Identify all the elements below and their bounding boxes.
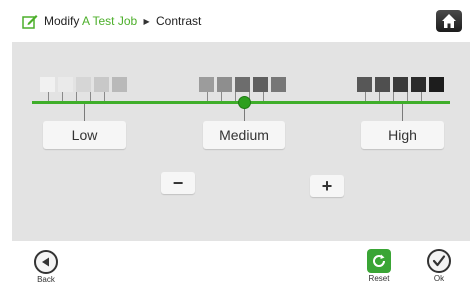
low-button-label: Low	[71, 127, 98, 143]
swatch	[429, 77, 444, 92]
minus-label: −	[172, 172, 184, 193]
back-circle[interactable]	[34, 250, 58, 274]
refresh-icon	[373, 254, 386, 267]
swatch-group-low	[40, 77, 127, 92]
low-button[interactable]: Low	[43, 121, 126, 149]
increase-button[interactable]: +	[310, 175, 344, 197]
medium-button[interactable]: Medium	[203, 121, 285, 149]
reset-square[interactable]	[367, 249, 391, 273]
back-arrow-icon	[42, 257, 49, 267]
swatch	[271, 77, 286, 92]
swatch	[58, 77, 73, 92]
swatch-group-medium	[199, 77, 286, 92]
ok-circle[interactable]	[427, 249, 451, 273]
low-connector	[84, 104, 85, 121]
back-label: Back	[37, 275, 55, 284]
swatch	[393, 77, 408, 92]
medium-button-label: Medium	[219, 127, 269, 143]
swatch-group-high	[357, 77, 444, 92]
plus-label: +	[321, 175, 333, 196]
swatch	[375, 77, 390, 92]
high-button[interactable]: High	[361, 121, 444, 149]
swatch	[76, 77, 91, 92]
footer-bar: Back Reset Ok	[0, 241, 470, 287]
contrast-slider-handle[interactable]	[238, 96, 251, 109]
ok-label: Ok	[433, 274, 445, 283]
swatch	[253, 77, 268, 92]
swatch	[411, 77, 426, 92]
reset-label: Reset	[368, 274, 390, 283]
breadcrumb: Modify A Test Job ▶ Contrast	[44, 14, 201, 28]
breadcrumb-separator-icon: ▶	[143, 17, 150, 26]
edit-icon	[22, 15, 38, 29]
decrease-button[interactable]: −	[161, 172, 195, 194]
swatch	[199, 77, 214, 92]
header-bar: Modify A Test Job ▶ Contrast	[0, 0, 470, 42]
swatch	[112, 77, 127, 92]
swatch	[217, 77, 232, 92]
ok-button[interactable]: Ok	[427, 249, 451, 283]
breadcrumb-current-page: Contrast	[156, 14, 202, 28]
back-button[interactable]: Back	[34, 250, 58, 284]
breadcrumb-job-name[interactable]: A Test Job	[82, 14, 137, 28]
checkmark-icon	[432, 255, 446, 267]
high-connector	[402, 104, 403, 121]
swatch	[357, 77, 372, 92]
swatch	[235, 77, 250, 92]
swatch	[40, 77, 55, 92]
home-icon	[442, 14, 456, 28]
high-button-label: High	[388, 127, 417, 143]
swatch	[94, 77, 109, 92]
reset-button[interactable]: Reset	[367, 249, 391, 283]
breadcrumb-modify: Modify	[44, 14, 80, 28]
home-button[interactable]	[436, 10, 462, 32]
